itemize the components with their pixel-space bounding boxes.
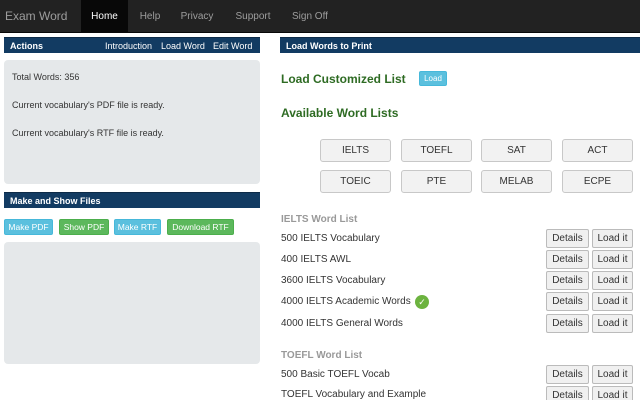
total-words: Total Words: 356 xyxy=(12,72,80,82)
rtf-status: Current vocabulary's RTF file is ready. xyxy=(12,128,164,138)
load-words-header: Load Words to Print xyxy=(280,37,640,53)
details-button[interactable]: Details xyxy=(546,365,589,384)
details-button[interactable]: Details xyxy=(546,314,589,333)
make-pdf-button[interactable]: Make PDF xyxy=(4,219,53,235)
make-show-title: Make and Show Files xyxy=(10,196,101,206)
actions-title: Actions xyxy=(10,41,44,51)
nav-sign-off[interactable]: Sign Off xyxy=(283,0,337,33)
load-it-button[interactable]: Load it xyxy=(592,229,633,248)
show-pdf-button[interactable]: Show PDF xyxy=(59,219,109,235)
nav-privacy[interactable]: Privacy xyxy=(174,0,220,33)
list-item: 4000 IELTS General Words xyxy=(281,318,403,329)
word-list-ecpe-button[interactable]: ECPE xyxy=(562,170,633,193)
load-it-button[interactable]: Load it xyxy=(592,365,633,384)
list-item: TOEFL Vocabulary and Example xyxy=(281,389,427,400)
status-panel: Total Words: 356 Current vocabulary's PD… xyxy=(4,60,260,184)
word-list-act-button[interactable]: ACT xyxy=(562,139,633,162)
nav-home[interactable]: Home xyxy=(81,0,128,33)
list-item: 500 Basic TOEFL Vocab xyxy=(281,369,390,380)
load-customized-label: Load Customized List xyxy=(281,72,406,86)
edit-word-link[interactable]: Edit Word xyxy=(213,38,252,54)
load-it-button[interactable]: Load it xyxy=(592,250,633,269)
details-button[interactable]: Details xyxy=(546,386,589,400)
ielts-list-title: IELTS Word List xyxy=(281,214,358,225)
make-rtf-button[interactable]: Make RTF xyxy=(114,219,161,235)
load-it-button[interactable]: Load it xyxy=(592,292,633,311)
word-list-pte-button[interactable]: PTE xyxy=(401,170,472,193)
pdf-status: Current vocabulary's PDF file is ready. xyxy=(12,100,165,110)
load-it-button[interactable]: Load it xyxy=(592,271,633,290)
introduction-link[interactable]: Introduction xyxy=(105,38,152,54)
word-list-toeic-button[interactable]: TOEIC xyxy=(320,170,391,193)
load-customized-button[interactable]: Load xyxy=(419,71,447,86)
details-button[interactable]: Details xyxy=(546,292,589,311)
load-words-title: Load Words to Print xyxy=(286,41,372,51)
top-navbar: Exam Word Home Help Privacy Support Sign… xyxy=(0,0,640,33)
load-it-button[interactable]: Load it xyxy=(592,314,633,333)
nav-help[interactable]: Help xyxy=(131,0,169,33)
list-item: 500 IELTS Vocabulary xyxy=(281,233,380,244)
files-panel xyxy=(4,242,260,364)
make-show-header: Make and Show Files xyxy=(4,192,260,208)
check-circle-icon: ✓ xyxy=(415,295,429,309)
word-list-melab-button[interactable]: MELAB xyxy=(481,170,552,193)
list-item: 3600 IELTS Vocabulary xyxy=(281,275,386,286)
nav-support[interactable]: Support xyxy=(226,0,280,33)
load-it-button[interactable]: Load it xyxy=(592,386,633,400)
brand-title[interactable]: Exam Word xyxy=(5,9,67,23)
toefl-list-title: TOEFL Word List xyxy=(281,350,363,361)
word-list-ielts-button[interactable]: IELTS xyxy=(320,139,391,162)
details-button[interactable]: Details xyxy=(546,271,589,290)
available-lists-label: Available Word Lists xyxy=(281,106,399,120)
word-list-toefl-button[interactable]: TOEFL xyxy=(401,139,472,162)
list-item: 400 IELTS AWL xyxy=(281,254,352,265)
details-button[interactable]: Details xyxy=(546,229,589,248)
actions-header: Actions Introduction Load Word Edit Word xyxy=(4,37,260,53)
download-rtf-button[interactable]: Download RTF xyxy=(167,219,234,235)
word-list-sat-button[interactable]: SAT xyxy=(481,139,552,162)
list-item: 4000 IELTS Academic Words xyxy=(281,296,411,307)
load-word-link[interactable]: Load Word xyxy=(161,38,205,54)
details-button[interactable]: Details xyxy=(546,250,589,269)
